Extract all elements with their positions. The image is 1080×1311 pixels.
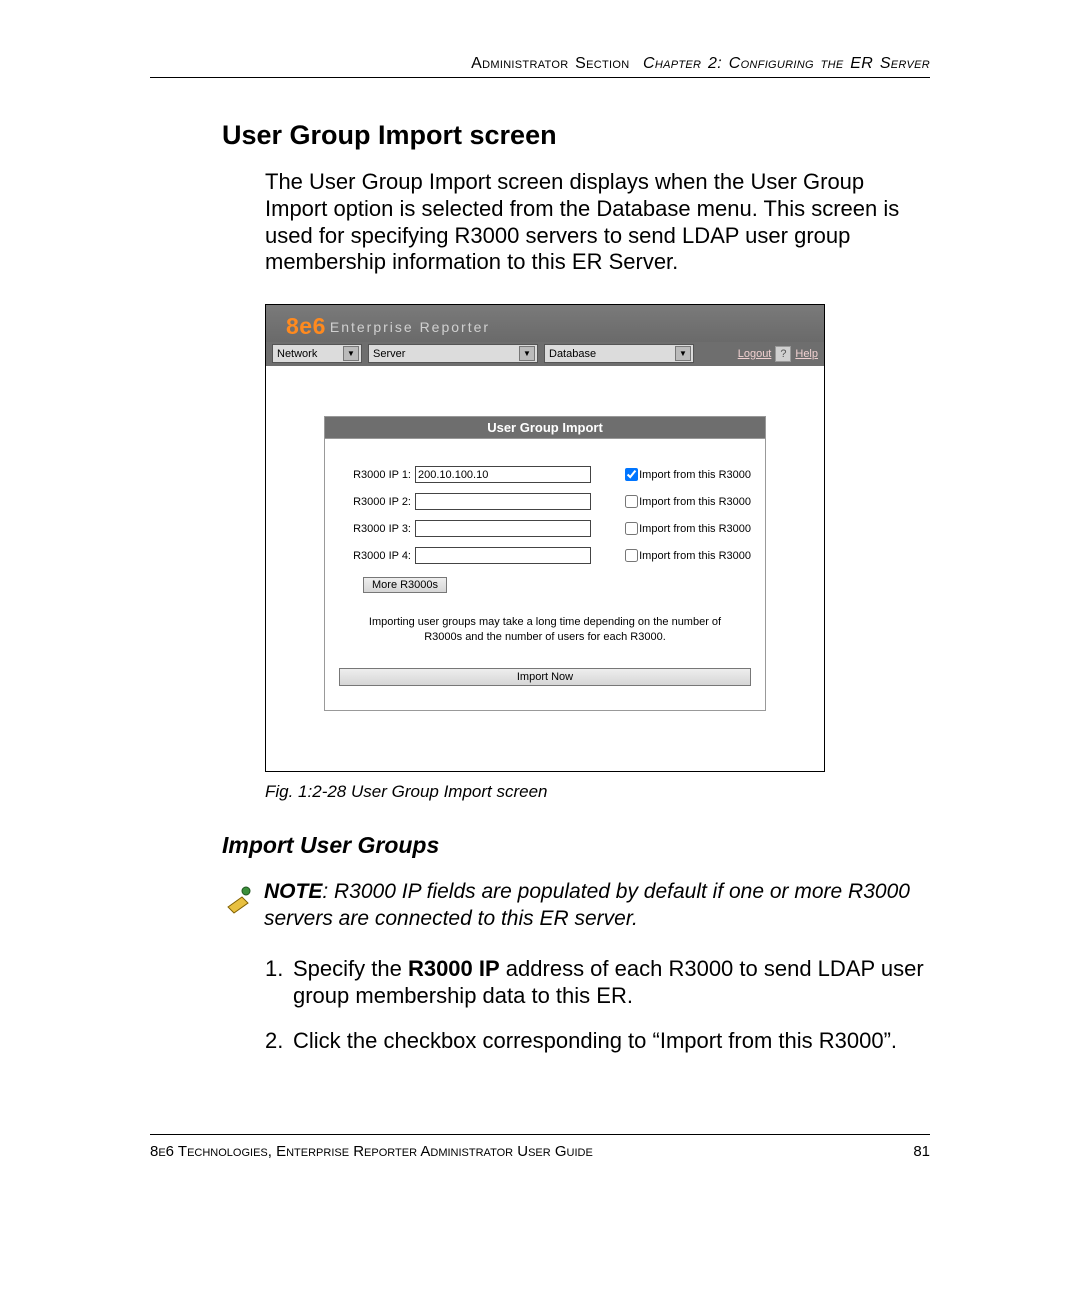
header-section: Administrator Section bbox=[471, 55, 629, 72]
step-1: 1. Specify the R3000 IP address of each … bbox=[265, 955, 930, 1010]
menu-right: Logout ? Help bbox=[738, 346, 818, 362]
app-window: 8e6 Enterprise Reporter Network ▼ Server… bbox=[265, 304, 825, 772]
header-chapter: Chapter 2: Configuring the ER Server bbox=[643, 55, 930, 72]
chevron-down-icon: ▼ bbox=[519, 346, 535, 361]
page-footer: 8e6 Technologies, Enterprise Reporter Ad… bbox=[150, 1134, 930, 1160]
logo-text: Enterprise Reporter bbox=[330, 319, 490, 335]
import-now-button[interactable]: Import Now bbox=[339, 668, 751, 686]
ip-input-1[interactable] bbox=[415, 466, 591, 483]
menu-bar: Network ▼ Server ▼ Database ▼ Logout ? H… bbox=[266, 342, 824, 366]
menu-server-label: Server bbox=[373, 348, 405, 360]
step-num: 1. bbox=[265, 955, 293, 1010]
step-num: 2. bbox=[265, 1027, 293, 1054]
panel-title: User Group Import bbox=[325, 417, 765, 439]
logo-num: 8e6 bbox=[286, 313, 326, 340]
menu-server[interactable]: Server ▼ bbox=[368, 344, 538, 363]
import-cb-label: Import from this R3000 bbox=[639, 550, 751, 562]
ip-row: R3000 IP 4: Import from this R3000 bbox=[339, 546, 751, 565]
import-cb-label: Import from this R3000 bbox=[639, 523, 751, 535]
figure: 8e6 Enterprise Reporter Network ▼ Server… bbox=[265, 304, 825, 772]
app-body: User Group Import R3000 IP 1: Import fro… bbox=[266, 366, 824, 771]
help-icon[interactable]: ? bbox=[775, 346, 791, 362]
import-cb-label: Import from this R3000 bbox=[639, 496, 751, 508]
import-checkbox-3[interactable] bbox=[625, 522, 638, 535]
import-checkbox-4[interactable] bbox=[625, 549, 638, 562]
ip-input-2[interactable] bbox=[415, 493, 591, 510]
import-checkbox-2[interactable] bbox=[625, 495, 638, 508]
ip-row: R3000 IP 3: Import from this R3000 bbox=[339, 519, 751, 538]
page-header: Administrator Section Chapter 2: Configu… bbox=[150, 55, 930, 78]
menu-database-label: Database bbox=[549, 348, 596, 360]
step-2: 2. Click the checkbox corresponding to “… bbox=[265, 1027, 930, 1054]
step-text: Click the checkbox corresponding to “Imp… bbox=[293, 1027, 897, 1054]
note-label: NOTE bbox=[264, 880, 322, 903]
note-icon bbox=[222, 883, 254, 915]
heading-sub: Import User Groups bbox=[222, 832, 930, 859]
chevron-down-icon: ▼ bbox=[675, 346, 691, 361]
page-number: 81 bbox=[913, 1143, 930, 1160]
ip-label: R3000 IP 4: bbox=[339, 550, 415, 562]
step-text: Specify the R3000 IP address of each R30… bbox=[293, 955, 930, 1010]
menu-database[interactable]: Database ▼ bbox=[544, 344, 694, 363]
heading-main: User Group Import screen bbox=[222, 120, 930, 151]
ip-input-4[interactable] bbox=[415, 547, 591, 564]
more-button[interactable]: More R3000s bbox=[363, 577, 447, 593]
chevron-down-icon: ▼ bbox=[343, 346, 359, 361]
panel-inner: R3000 IP 1: Import from this R3000 R3000… bbox=[325, 439, 765, 710]
panel: User Group Import R3000 IP 1: Import fro… bbox=[324, 416, 766, 711]
intro-paragraph: The User Group Import screen displays wh… bbox=[265, 169, 930, 276]
ip-label: R3000 IP 2: bbox=[339, 496, 415, 508]
ip-label: R3000 IP 1: bbox=[339, 469, 415, 481]
note-block: NOTE: R3000 IP fields are populated by d… bbox=[222, 879, 930, 933]
import-checkbox-1[interactable] bbox=[625, 468, 638, 481]
panel-note: Importing user groups may take a long ti… bbox=[339, 593, 751, 644]
note-text: NOTE: R3000 IP fields are populated by d… bbox=[264, 879, 930, 933]
footer-text: 8e6 Technologies, Enterprise Reporter Ad… bbox=[150, 1143, 593, 1160]
ip-label: R3000 IP 3: bbox=[339, 523, 415, 535]
ip-row: R3000 IP 1: Import from this R3000 bbox=[339, 465, 751, 484]
menu-network-label: Network bbox=[277, 348, 317, 360]
help-link[interactable]: Help bbox=[795, 348, 818, 360]
logout-link[interactable]: Logout bbox=[738, 348, 772, 360]
ip-row: R3000 IP 2: Import from this R3000 bbox=[339, 492, 751, 511]
app-titlebar: 8e6 Enterprise Reporter bbox=[266, 305, 824, 342]
import-cb-label: Import from this R3000 bbox=[639, 469, 751, 481]
ip-input-3[interactable] bbox=[415, 520, 591, 537]
menu-network[interactable]: Network ▼ bbox=[272, 344, 362, 363]
figure-caption: Fig. 1:2-28 User Group Import screen bbox=[265, 782, 930, 802]
